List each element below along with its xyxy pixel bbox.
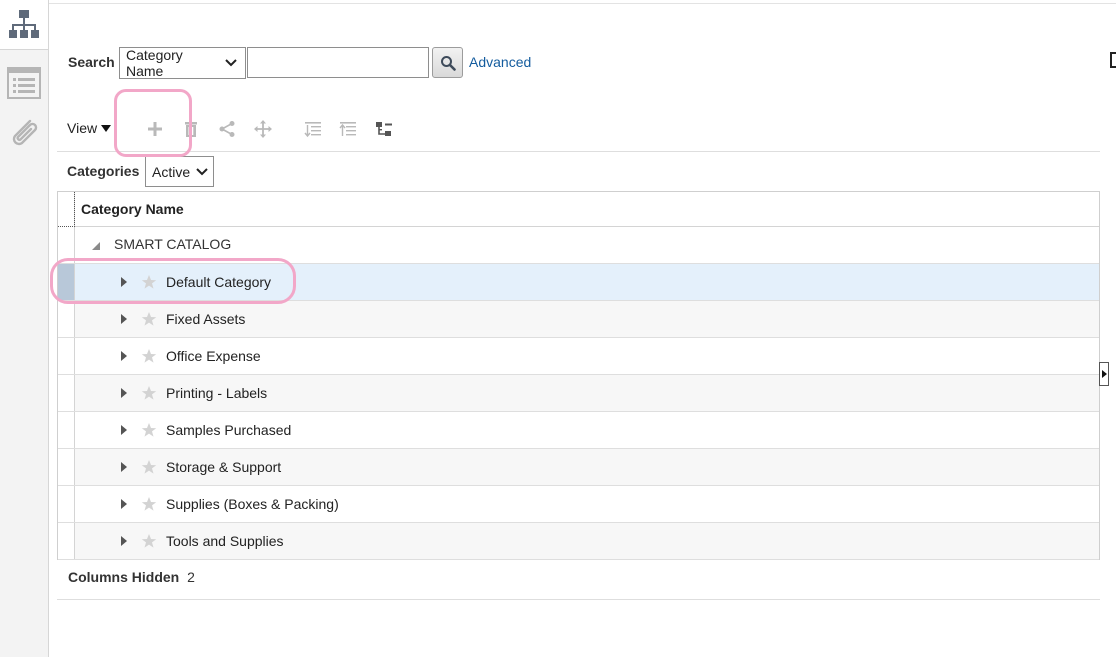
collapse-triangle-icon[interactable] bbox=[91, 240, 101, 252]
collapse-all-button[interactable] bbox=[336, 117, 360, 141]
tree-view-button[interactable] bbox=[372, 117, 396, 141]
hierarchy-icon bbox=[9, 9, 39, 38]
favorite-star-icon[interactable] bbox=[141, 274, 157, 290]
view-menu[interactable]: View bbox=[67, 120, 112, 136]
columns-hidden-status: Columns Hidden 2 bbox=[68, 569, 195, 585]
tree-icon bbox=[376, 122, 392, 136]
tree-root-label: SMART CATALOG bbox=[114, 236, 232, 252]
search-field-value: Category Name bbox=[126, 47, 183, 79]
chevron-down-icon bbox=[225, 59, 237, 67]
header-gutter bbox=[58, 192, 75, 227]
search-button[interactable] bbox=[432, 47, 463, 78]
rail-attachments-button[interactable] bbox=[0, 108, 48, 158]
view-menu-label: View bbox=[67, 120, 98, 136]
expand-triangle-icon[interactable] bbox=[120, 276, 130, 288]
category-name: Fixed Assets bbox=[166, 311, 246, 327]
add-icon bbox=[148, 122, 162, 136]
category-name: Samples Purchased bbox=[166, 422, 292, 438]
panel-corner-bracket bbox=[1110, 52, 1116, 68]
favorite-star-icon[interactable] bbox=[141, 385, 157, 401]
category-tree-table: Category Name SMART CATALOG Default Cate… bbox=[57, 191, 1100, 560]
tree-root-row[interactable]: SMART CATALOG bbox=[58, 227, 1099, 264]
favorite-star-icon[interactable] bbox=[141, 422, 157, 438]
search-label: Search bbox=[68, 54, 115, 70]
row-selector[interactable] bbox=[58, 412, 75, 448]
collapse-all-icon bbox=[339, 122, 356, 136]
favorite-star-icon[interactable] bbox=[141, 533, 157, 549]
expand-triangle-icon[interactable] bbox=[120, 387, 130, 399]
delete-button[interactable] bbox=[179, 117, 203, 141]
search-input[interactable] bbox=[247, 47, 429, 78]
status-select[interactable]: Active bbox=[145, 156, 214, 187]
rail-hierarchy-button[interactable] bbox=[0, 0, 48, 50]
columns-hidden-count: 2 bbox=[187, 569, 195, 585]
paperclip-icon bbox=[12, 119, 38, 146]
expand-all-button[interactable] bbox=[301, 117, 325, 141]
toolbar-divider bbox=[57, 151, 1100, 152]
rail-list-button[interactable] bbox=[0, 58, 48, 108]
category-name: Storage & Support bbox=[166, 459, 282, 475]
columns-hidden-label: Columns Hidden bbox=[68, 569, 180, 585]
favorite-star-icon[interactable] bbox=[141, 311, 157, 327]
category-name: Printing - Labels bbox=[166, 385, 268, 401]
table-row[interactable]: Storage & Support bbox=[58, 449, 1099, 486]
favorite-star-icon[interactable] bbox=[141, 459, 157, 475]
row-selector[interactable] bbox=[58, 301, 75, 337]
top-border bbox=[49, 0, 1116, 4]
expand-all-icon bbox=[304, 122, 321, 138]
left-rail bbox=[0, 0, 49, 657]
expand-triangle-icon[interactable] bbox=[120, 498, 130, 510]
add-button[interactable] bbox=[143, 117, 167, 141]
move-button[interactable] bbox=[251, 117, 275, 141]
search-field-select[interactable]: Category Name bbox=[119, 47, 246, 79]
panel-expand-toggle[interactable] bbox=[1099, 362, 1109, 386]
categories-label: Categories bbox=[67, 163, 140, 179]
caret-right-icon bbox=[1101, 370, 1107, 378]
expand-triangle-icon[interactable] bbox=[120, 350, 130, 362]
caret-down-icon bbox=[101, 124, 112, 132]
table-row[interactable]: Tools and Supplies bbox=[58, 523, 1099, 560]
category-name: Office Expense bbox=[166, 348, 261, 364]
expand-triangle-icon[interactable] bbox=[120, 535, 130, 547]
row-selector[interactable] bbox=[58, 449, 75, 485]
share-icon bbox=[219, 121, 235, 137]
category-name: Tools and Supplies bbox=[166, 533, 284, 549]
table-row[interactable]: Office Expense bbox=[58, 338, 1099, 375]
delete-icon bbox=[185, 122, 197, 137]
expand-triangle-icon[interactable] bbox=[120, 424, 130, 436]
favorite-star-icon[interactable] bbox=[141, 496, 157, 512]
share-button[interactable] bbox=[215, 117, 239, 141]
expand-triangle-icon[interactable] bbox=[120, 461, 130, 473]
favorite-star-icon[interactable] bbox=[141, 348, 157, 364]
table-row[interactable]: Default Category bbox=[58, 264, 1099, 301]
status-select-value: Active bbox=[152, 163, 191, 180]
chevron-down-icon bbox=[196, 167, 208, 176]
category-name: Supplies (Boxes & Packing) bbox=[166, 496, 339, 512]
table-row[interactable]: Supplies (Boxes & Packing) bbox=[58, 486, 1099, 523]
footer-divider bbox=[57, 599, 1100, 600]
column-header-category-name[interactable]: Category Name bbox=[75, 192, 1099, 227]
list-icon bbox=[7, 67, 41, 99]
row-selector[interactable] bbox=[58, 375, 75, 411]
row-selector[interactable] bbox=[58, 338, 75, 374]
table-row[interactable]: Samples Purchased bbox=[58, 412, 1099, 449]
row-selector[interactable] bbox=[58, 523, 75, 559]
category-name: Default Category bbox=[166, 274, 272, 290]
expand-triangle-icon[interactable] bbox=[120, 313, 130, 325]
row-selector[interactable] bbox=[58, 486, 75, 522]
move-icon bbox=[254, 120, 272, 138]
advanced-search-link[interactable]: Advanced bbox=[469, 54, 531, 70]
table-row[interactable]: Printing - Labels bbox=[58, 375, 1099, 412]
search-icon bbox=[440, 55, 456, 71]
row-selector[interactable] bbox=[58, 264, 75, 300]
table-row[interactable]: Fixed Assets bbox=[58, 301, 1099, 338]
